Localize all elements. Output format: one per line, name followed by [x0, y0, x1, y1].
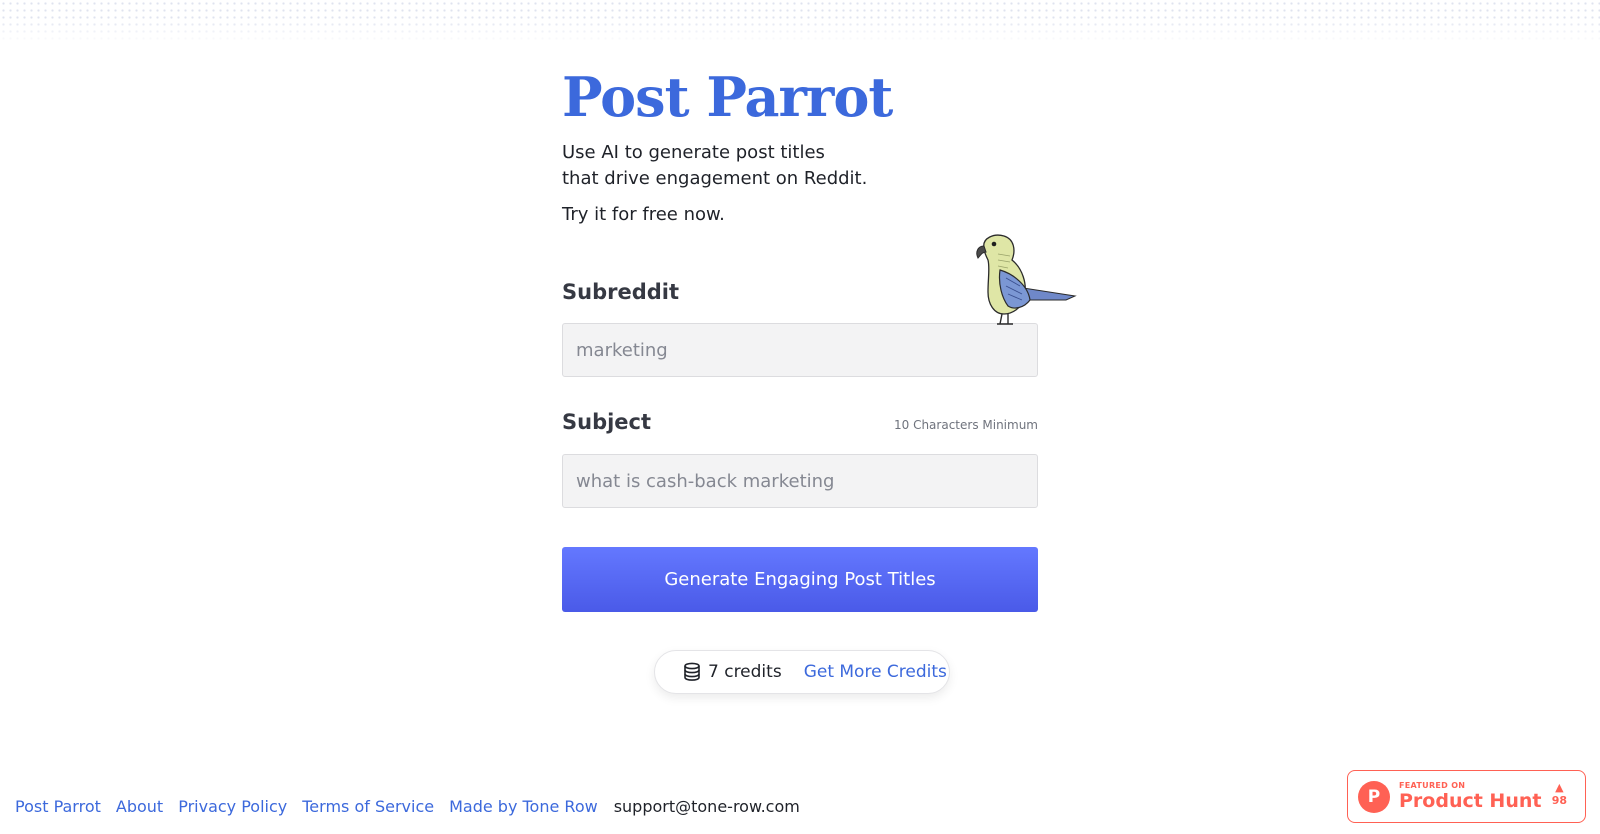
subject-input[interactable] — [562, 454, 1038, 508]
free-trial-text: Try it for free now. — [562, 204, 725, 225]
tagline-line-1: Use AI to generate post titles — [562, 142, 825, 163]
dotted-background — [0, 0, 1600, 44]
footer-link-post-parrot[interactable]: Post Parrot — [15, 797, 101, 816]
footer-link-terms-of-service[interactable]: Terms of Service — [302, 797, 434, 816]
main-content: Post Parrot Use AI to generate post titl… — [562, 60, 1038, 694]
product-hunt-vote-count: 98 — [1551, 794, 1567, 807]
subject-label-row: Subject 10 Characters Minimum — [562, 410, 1038, 434]
product-hunt-name: Product Hunt — [1399, 790, 1542, 812]
generate-titles-button[interactable]: Generate Engaging Post Titles — [562, 547, 1038, 612]
credits-count: 7 credits — [708, 662, 782, 682]
credits-pill: 7 credits Get More Credits — [654, 650, 950, 694]
footer: Post Parrot About Privacy Policy Terms o… — [15, 797, 800, 816]
product-hunt-text: FEATURED ON Product Hunt — [1399, 781, 1541, 812]
footer-link-privacy-policy[interactable]: Privacy Policy — [178, 797, 287, 816]
product-hunt-badge[interactable]: P FEATURED ON Product Hunt ▲ 98 — [1347, 770, 1586, 823]
tagline: Use AI to generate post titles that driv… — [562, 140, 1038, 192]
subreddit-label-row: Subreddit — [562, 280, 1038, 304]
footer-link-about[interactable]: About — [116, 797, 163, 816]
upvote-triangle-icon: ▲ — [1555, 781, 1564, 794]
subject-hint: 10 Characters Minimum — [893, 418, 1038, 432]
get-more-credits-link[interactable]: Get More Credits — [804, 662, 947, 682]
support-email: support@tone-row.com — [613, 797, 800, 816]
product-hunt-featured-label: FEATURED ON — [1399, 781, 1466, 790]
subreddit-input[interactable] — [562, 323, 1038, 377]
subject-label: Subject — [562, 410, 652, 434]
product-hunt-votes: ▲ 98 — [1552, 781, 1567, 807]
coins-stack-icon — [684, 662, 700, 681]
subreddit-label: Subreddit — [562, 280, 680, 304]
parrot-illustration — [976, 234, 1077, 325]
page-title: Post Parrot — [562, 65, 893, 129]
footer-link-made-by-tone-row[interactable]: Made by Tone Row — [449, 797, 598, 816]
tagline-line-2: that drive engagement on Reddit. — [562, 168, 868, 189]
product-hunt-logo: P — [1358, 780, 1390, 813]
